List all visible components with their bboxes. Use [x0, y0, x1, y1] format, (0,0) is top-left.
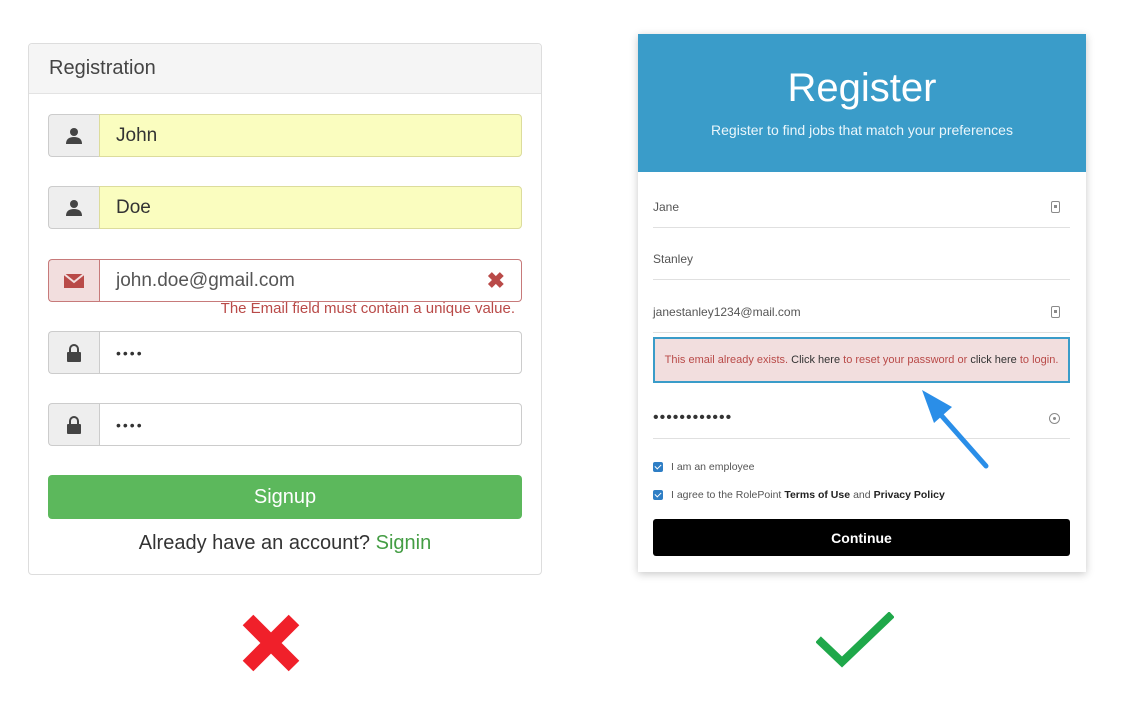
alert-text-3: to login. [1019, 354, 1059, 366]
email-error-message: The Email field must contain a unique va… [220, 300, 515, 317]
confirm-password-row: •••• [48, 403, 522, 446]
register-panel: Register Register to find jobs that matc… [638, 34, 1086, 572]
first-name-input[interactable]: John [99, 114, 522, 157]
first-name-row: John [48, 114, 522, 157]
error-x-icon: ✖ [486, 267, 505, 293]
last-name-input[interactable]: Stanley [653, 239, 1070, 280]
employee-checkbox[interactable] [653, 462, 663, 472]
signin-prompt: Already have an account? Signin [29, 532, 541, 555]
already-text: Already have an account? [138, 532, 371, 554]
registration-header: Registration [29, 44, 541, 94]
user-icon [48, 186, 99, 229]
contact-card-icon [1051, 306, 1060, 318]
registration-panel: Registration John Doe john.doe@gmail.com… [28, 43, 542, 575]
register-subtitle: Register to find jobs that match your pr… [711, 122, 1013, 138]
email-value: john.doe@gmail.com [116, 269, 295, 291]
user-icon [48, 114, 99, 157]
confirm-password-input[interactable]: •••• [99, 403, 522, 446]
alert-text-2: to reset your password or [843, 354, 968, 366]
and-text: and [853, 489, 871, 501]
agree-checkbox[interactable] [653, 490, 663, 500]
last-name-value: Stanley [653, 252, 694, 266]
password-row: •••• [48, 331, 522, 374]
register-title: Register [787, 66, 937, 110]
envelope-icon [48, 259, 99, 302]
reset-password-link[interactable]: Click here [791, 354, 840, 366]
terms-link[interactable]: Terms of Use [784, 489, 850, 501]
continue-button[interactable]: Continue [653, 519, 1070, 556]
email-exists-alert: This email already exists. Click here to… [653, 337, 1070, 383]
email-row: john.doe@gmail.com ✖ [48, 259, 522, 302]
first-name-input[interactable]: Jane [653, 187, 1070, 228]
register-header: Register Register to find jobs that matc… [638, 34, 1086, 172]
email-input[interactable]: john.doe@gmail.com ✖ [99, 259, 522, 302]
password-value: •••••••••••• [653, 409, 733, 426]
password-input[interactable]: •••• [99, 331, 522, 374]
lock-icon [48, 403, 99, 446]
email-value: janestanley1234@mail.com [653, 305, 801, 319]
key-icon [1049, 412, 1060, 424]
login-link[interactable]: click here [970, 354, 1016, 366]
last-name-row: Doe [48, 186, 522, 229]
password-input[interactable]: •••••••••••• [653, 398, 1070, 439]
first-name-value: Jane [653, 200, 680, 214]
signin-link[interactable]: Signin [376, 532, 432, 554]
last-name-input[interactable]: Doe [99, 186, 522, 229]
lock-icon [48, 331, 99, 374]
employee-checkbox-row[interactable]: I am an employee [653, 461, 754, 473]
contact-card-icon [1051, 201, 1060, 213]
employee-label: I am an employee [671, 461, 755, 473]
email-input[interactable]: janestanley1234@mail.com [653, 292, 1070, 333]
signup-button[interactable]: Signup [48, 475, 522, 519]
agree-checkbox-row[interactable]: I agree to the RolePoint Terms of Use an… [653, 489, 948, 501]
agree-prefix: I agree to the RolePoint [671, 489, 782, 501]
privacy-link[interactable]: Privacy Policy [874, 489, 945, 501]
red-x-icon [242, 614, 300, 672]
alert-text-1: This email already exists. [664, 354, 789, 366]
green-check-icon [816, 612, 894, 668]
